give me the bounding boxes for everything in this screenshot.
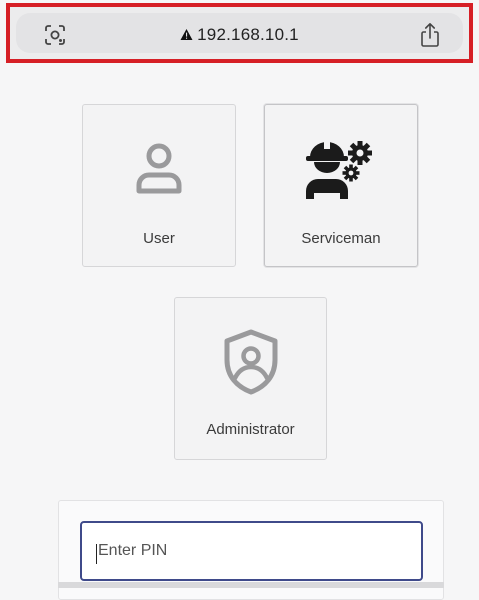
- role-card-serviceman[interactable]: Serviceman: [264, 104, 418, 267]
- role-label-user: User: [143, 230, 175, 247]
- page-frame: 192.168.10.1 User Serviceman Administrat…: [0, 0, 479, 600]
- panel-bottom-edge: [58, 582, 444, 588]
- pin-input[interactable]: [80, 521, 423, 581]
- role-label-serviceman: Serviceman: [301, 230, 381, 247]
- admin-shield-icon: [224, 329, 277, 395]
- address-bar: 192.168.10.1: [6, 3, 473, 63]
- role-card-administrator[interactable]: Administrator: [174, 297, 327, 460]
- serviceman-icon: [306, 141, 372, 199]
- url-display[interactable]: 192.168.10.1: [16, 25, 463, 45]
- url-text: 192.168.10.1: [197, 25, 299, 44]
- role-card-user[interactable]: User: [82, 104, 236, 267]
- role-label-administrator: Administrator: [206, 421, 295, 438]
- user-icon: [136, 143, 182, 194]
- share-icon[interactable]: [419, 22, 441, 48]
- text-caret: [96, 544, 97, 564]
- warning-triangle-icon: [180, 29, 193, 40]
- address-field[interactable]: 192.168.10.1: [16, 13, 463, 53]
